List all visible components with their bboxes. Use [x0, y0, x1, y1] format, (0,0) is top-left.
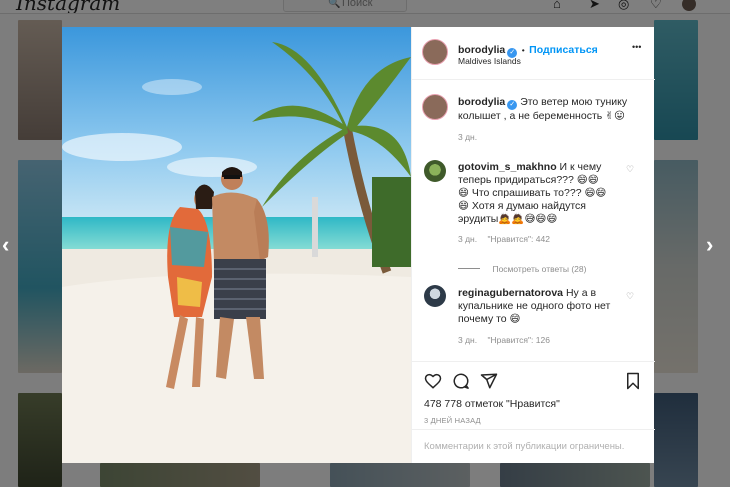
comment: gotovim_s_makhno И к чему теперь придира… [458, 161, 626, 226]
previous-post-arrow-icon[interactable]: ‹ [2, 232, 9, 258]
likes-count[interactable]: 478 778 отметок "Нравится" [424, 398, 560, 410]
post-modal: borodylia ✓ • Подписаться Maldives Island… [62, 27, 655, 463]
comment-text-line: И к чему [559, 161, 602, 173]
comment-age: 3 дн. [458, 335, 478, 345]
comment-text-line: 😄 Хотя я думаю найдутся [458, 200, 586, 212]
comment-username[interactable]: reginagubernatorova [458, 287, 563, 299]
commenter-avatar[interactable] [424, 285, 446, 307]
comment-likes[interactable]: "Нравится": 442 [487, 234, 549, 244]
comment-text-line: 😄 Что спрашивать то??? 😄😄 [458, 187, 607, 199]
bookmark-icon[interactable] [624, 372, 642, 390]
separator-dot: • [521, 45, 525, 55]
view-replies-row[interactable]: Посмотреть ответы (28) [458, 259, 648, 277]
author-username[interactable]: borodylia [458, 44, 505, 56]
caption-emoji: ✌😛 [605, 110, 625, 122]
post-location[interactable]: Maldives Islands [458, 56, 521, 66]
caption-username[interactable]: borodylia [458, 96, 505, 108]
comments-limited-notice: Комментарии к этой публикации ограничены… [424, 441, 625, 452]
comment: reginagubernatorova Ну а в купальнике не… [458, 287, 626, 326]
likes-count-text: 478 778 отметок "Нравится" [424, 398, 560, 410]
commenter-avatar[interactable] [424, 160, 446, 182]
comment-icon[interactable] [452, 372, 470, 390]
view-replies-link[interactable]: Посмотреть ответы (28) [492, 264, 586, 274]
post-sidebar: borodylia ✓ • Подписаться Maldives Island… [411, 27, 655, 463]
next-post-arrow-icon[interactable]: › [706, 232, 713, 258]
replies-divider [458, 268, 480, 269]
post-header: borodylia ✓ • Подписаться Maldives Island… [412, 27, 655, 80]
comment-text-line: теперь придираться??? 😄😄 [458, 174, 599, 186]
comment-text-line: эрудиты🙇🙇😅😄😄 [458, 213, 558, 225]
post-date: 3 ДНЕЙ НАЗАД [424, 416, 481, 425]
comment-text-line: Ну а в [565, 287, 597, 299]
beach-photo-illustration [62, 27, 411, 463]
comment-age: 3 дн. [458, 234, 478, 244]
follow-button[interactable]: Подписаться [529, 44, 598, 56]
like-comment-heart-icon[interactable]: ♡ [626, 291, 634, 302]
like-comment-heart-icon[interactable]: ♡ [626, 164, 634, 175]
post-photo[interactable] [62, 27, 411, 463]
author-avatar[interactable] [422, 39, 448, 65]
caption: borodylia ✓ Это ветер мою тунику колышет … [458, 96, 643, 123]
more-options-icon[interactable]: ••• [632, 42, 641, 52]
comments-footer: Комментарии к этой публикации ограничены… [412, 429, 655, 463]
caption-avatar[interactable] [422, 94, 448, 120]
post-actions: 478 778 отметок "Нравится" 3 ДНЕЙ НАЗАД [412, 361, 655, 429]
comment-meta: 3 дн. "Нравится": 442 [458, 234, 550, 244]
comment-meta: 3 дн. "Нравится": 126 [458, 335, 550, 345]
caption-age: 3 дн. [458, 132, 478, 142]
comment-likes[interactable]: "Нравится": 126 [487, 335, 549, 345]
comment-username[interactable]: gotovim_s_makhno [458, 161, 557, 173]
comment-text-line: купальнике не одного фото нет [458, 300, 611, 312]
share-icon[interactable] [480, 372, 498, 390]
verified-badge-icon: ✓ [507, 100, 518, 110]
heart-icon[interactable] [424, 372, 442, 390]
comment-text-line: почему то 😄 [458, 313, 521, 325]
